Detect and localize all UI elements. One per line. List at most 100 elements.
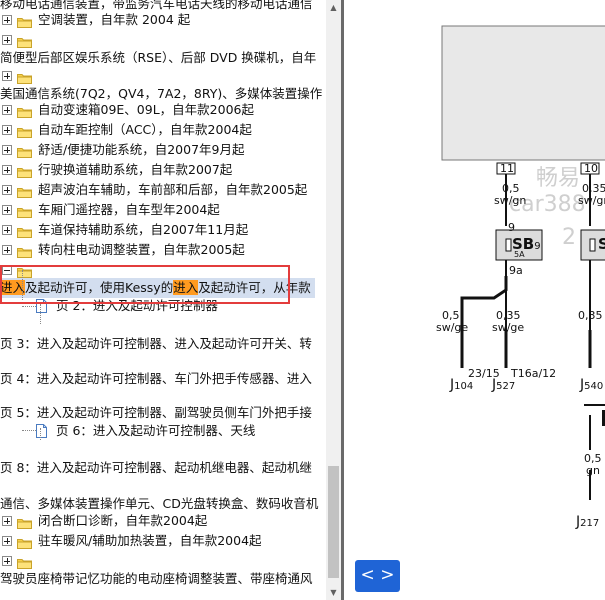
folder-icon bbox=[17, 144, 32, 158]
tree-item-label: 闭合断口诊断，自年款2004起 bbox=[38, 513, 208, 528]
tree-item[interactable]: 转向柱电动调整装置，自年款2005起 bbox=[0, 240, 326, 260]
tree-item-label: 简便型后部区娱乐系统（RSE）、后部 DVD 换碟机，自年 bbox=[0, 50, 317, 65]
watermark: 畅易 bbox=[536, 166, 581, 191]
tree-item[interactable]: 车道保持辅助系统，自2007年11月起 bbox=[0, 220, 326, 240]
pin-label: 9a bbox=[509, 264, 523, 277]
folder-icon bbox=[17, 555, 32, 569]
component-label: J104 bbox=[450, 377, 474, 393]
expand-plus-icon[interactable] bbox=[2, 125, 12, 135]
tree-item[interactable]: 自动变速箱09E、09L，自年款2006起 bbox=[0, 100, 326, 120]
page-nav-button[interactable]: < > bbox=[355, 560, 400, 592]
expand-plus-icon[interactable] bbox=[2, 205, 12, 215]
expand-plus-icon[interactable] bbox=[2, 245, 12, 255]
folder-icon bbox=[17, 34, 32, 48]
tree-item[interactable] bbox=[0, 30, 326, 50]
tree-item[interactable]: 驻车暖风/辅助加热装置，自年款2004起 bbox=[0, 531, 326, 551]
expand-plus-icon[interactable] bbox=[2, 71, 12, 81]
tree-item[interactable]: 页 4：进入及起动许可控制器、车门外把手传感器、进入 bbox=[0, 369, 326, 389]
folder-icon bbox=[17, 70, 32, 84]
tree-item[interactable]: 简便型后部区娱乐系统（RSE）、后部 DVD 换碟机，自年 bbox=[0, 48, 326, 68]
pin-label: 9 bbox=[508, 221, 515, 234]
folder-icon bbox=[17, 515, 32, 529]
tree-item-label: 页 4：进入及起动许可控制器、车门外把手传感器、进入 bbox=[0, 371, 312, 386]
tree-item[interactable]: 驾驶员座椅带记忆功能的电动座椅调整装置、带座椅通风 bbox=[0, 569, 326, 589]
tree-item[interactable]: 超声波泊车辅助，车前部和后部，自年款2005起 bbox=[0, 180, 326, 200]
folder-icon bbox=[17, 184, 32, 198]
annotation-highlight-box bbox=[0, 265, 290, 304]
expand-plus-icon[interactable] bbox=[2, 185, 12, 195]
tree-item[interactable]: 闭合断口诊断，自年款2004起 bbox=[0, 511, 326, 531]
component-label: J540 bbox=[580, 377, 604, 393]
expand-plus-icon[interactable] bbox=[2, 145, 12, 155]
tree-item[interactable] bbox=[0, 551, 326, 571]
folder-icon bbox=[17, 164, 32, 178]
tree-item-label: 页 8：进入及起动许可控制器、起动机继电器、起动机继 bbox=[0, 460, 312, 475]
tree-item[interactable]: 舒适/便捷功能系统，自2007年9月起 bbox=[0, 140, 326, 160]
folder-icon bbox=[17, 124, 32, 138]
tree-item[interactable]: 页 8：进入及起动许可控制器、起动机继电器、起动机继 bbox=[0, 458, 326, 478]
tree-item-label: 驾驶员座椅带记忆功能的电动座椅调整装置、带座椅通风 bbox=[0, 571, 313, 586]
folder-icon bbox=[17, 224, 32, 238]
folder-icon bbox=[17, 244, 32, 258]
tree-item[interactable]: 空调装置，自年款 2004 起 bbox=[0, 10, 326, 30]
document-icon bbox=[36, 424, 47, 438]
tree-item[interactable]: 车厢门遥控器，自车型年2004起 bbox=[0, 200, 326, 220]
tree-item-label: 空调装置，自年款 2004 起 bbox=[38, 12, 191, 27]
tree-item-label: 页 6：进入及起动许可控制器、天线 bbox=[56, 423, 256, 438]
tree-item-label: 车厢门遥控器，自车型年2004起 bbox=[38, 202, 220, 217]
wire-size: 0,35 bbox=[578, 309, 603, 322]
wire-color: sw/gn bbox=[578, 194, 605, 207]
tree-connector bbox=[40, 428, 41, 440]
wire-color: sw/gn bbox=[494, 194, 527, 207]
tree-item-label: 驻车暖风/辅助加热装置，自年款2004起 bbox=[38, 533, 262, 548]
connector-number: 10 bbox=[584, 162, 598, 175]
wiring-diagram bbox=[441, 25, 605, 500]
pin-label: T16a/12 bbox=[511, 367, 557, 380]
watermark: 2 bbox=[562, 225, 576, 250]
tree-connector bbox=[22, 430, 36, 431]
tree-connector bbox=[22, 306, 36, 307]
tree-item-label: 车道保持辅助系统，自2007年11月起 bbox=[38, 222, 249, 237]
fuse-rating: 5A bbox=[514, 250, 525, 259]
scroll-down-arrow-icon[interactable]: ▼ bbox=[326, 585, 341, 600]
component-label: J527 bbox=[492, 377, 516, 393]
tree-item[interactable]: 自动车距控制（ACC），自年款2004起 bbox=[0, 120, 326, 140]
scrollbar-thumb[interactable] bbox=[328, 466, 339, 578]
wire-color: gn bbox=[586, 464, 600, 477]
expand-plus-icon[interactable] bbox=[2, 15, 12, 25]
tree-item-label: 自动变速箱09E、09L，自年款2006起 bbox=[38, 102, 254, 117]
wire-color: sw/ge bbox=[492, 321, 525, 334]
tree-item-label: 转向柱电动调整装置，自年款2005起 bbox=[38, 242, 245, 257]
folder-icon bbox=[17, 14, 32, 28]
expand-plus-icon[interactable] bbox=[2, 35, 12, 45]
tree-connector bbox=[40, 304, 41, 324]
tree-item[interactable]: 页 5：进入及起动许可控制器、副驾驶员侧车门外把手接 bbox=[0, 403, 326, 423]
tree-item[interactable]: 页 3：进入及起动许可控制器、进入及起动许可开关、转 bbox=[0, 334, 326, 354]
tree-item-label: 舒适/便捷功能系统，自2007年9月起 bbox=[38, 142, 245, 157]
expand-plus-icon[interactable] bbox=[2, 105, 12, 115]
tree-item[interactable]: 行驶换道辅助系统，自年款2007起 bbox=[0, 160, 326, 180]
component-label: J217 bbox=[576, 514, 600, 530]
expand-plus-icon[interactable] bbox=[2, 516, 12, 526]
tree-doc-item[interactable]: 页 6：进入及起动许可控制器、天线 bbox=[0, 421, 326, 441]
folder-icon bbox=[17, 104, 32, 118]
connector-number: 11 bbox=[500, 162, 514, 175]
tree-item-label: 页 3：进入及起动许可控制器、进入及起动许可开关、转 bbox=[0, 336, 312, 351]
scroll-up-arrow-icon[interactable]: ▲ bbox=[326, 0, 341, 15]
expand-plus-icon[interactable] bbox=[2, 556, 12, 566]
expand-plus-icon[interactable] bbox=[2, 225, 12, 235]
component-block bbox=[441, 25, 605, 161]
wire-color: sw/ge bbox=[436, 321, 469, 334]
tree-item-label: 自动车距控制（ACC），自年款2004起 bbox=[38, 122, 252, 137]
diagram-viewer: 畅易 car388 2 11 10 0,5 sw/gn 0,35 sw/gn 9… bbox=[344, 0, 605, 600]
expand-plus-icon[interactable] bbox=[2, 536, 12, 546]
tree-item[interactable] bbox=[0, 66, 326, 86]
tree-scrollbar[interactable]: ▲ ▼ bbox=[326, 0, 341, 600]
tree-item-label: 超声波泊车辅助，车前部和后部，自年款2005起 bbox=[38, 182, 308, 197]
tree-item-label: 页 5：进入及起动许可控制器、副驾驶员侧车门外把手接 bbox=[0, 405, 312, 420]
folder-icon bbox=[17, 535, 32, 549]
fuse-label: SB bbox=[598, 235, 605, 253]
expand-plus-icon[interactable] bbox=[2, 165, 12, 175]
tree-item-label: 行驶换道辅助系统，自年款2007起 bbox=[38, 162, 233, 177]
folder-icon bbox=[17, 204, 32, 218]
